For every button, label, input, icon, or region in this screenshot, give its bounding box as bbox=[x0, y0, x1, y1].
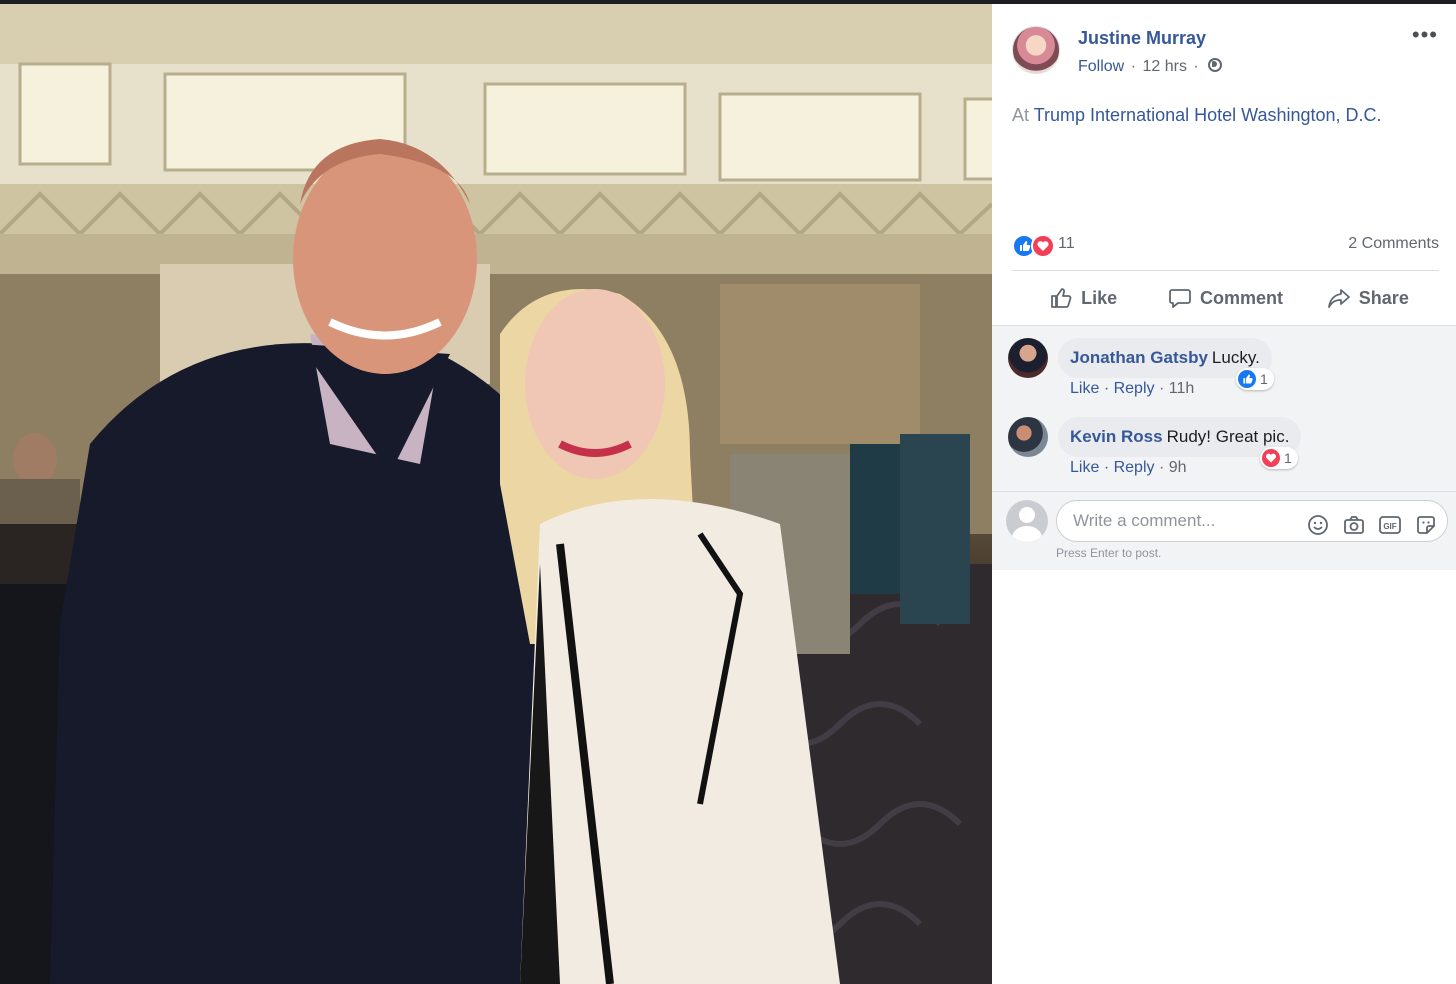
reactions-count[interactable]: 11 bbox=[1058, 235, 1075, 253]
comments-count[interactable]: 2 Comments bbox=[1348, 235, 1439, 253]
composer-icons: GIF bbox=[1307, 511, 1437, 535]
love-icon bbox=[1262, 449, 1280, 467]
like-button[interactable]: Like bbox=[1012, 276, 1154, 320]
comment-reply-link[interactable]: Reply bbox=[1114, 459, 1155, 476]
comment-time[interactable]: 11h bbox=[1169, 380, 1195, 397]
thumbs-up-icon bbox=[1051, 288, 1072, 308]
post-panel: Justine Murray Follow · 12 hrs · ••• At … bbox=[992, 4, 1456, 984]
current-user-avatar bbox=[1006, 500, 1048, 542]
gif-icon[interactable]: GIF bbox=[1379, 511, 1401, 534]
comment-actions: Like · Reply · 11h bbox=[1070, 380, 1195, 397]
comment-like-link[interactable]: Like bbox=[1070, 459, 1099, 476]
comment-text: Rudy! Great pic. bbox=[1166, 427, 1290, 446]
comment-like-link[interactable]: Like bbox=[1070, 380, 1099, 397]
post-actions: Like Comment Share bbox=[1012, 276, 1439, 320]
sticker-icon[interactable] bbox=[1415, 511, 1437, 534]
commenter-avatar[interactable] bbox=[1008, 338, 1048, 378]
svg-text:GIF: GIF bbox=[1383, 522, 1396, 531]
comment-reply-link[interactable]: Reply bbox=[1114, 380, 1155, 397]
post-meta: Follow · 12 hrs · bbox=[1078, 58, 1223, 76]
post-photo[interactable] bbox=[0, 4, 992, 984]
photo-illustration bbox=[0, 4, 992, 984]
comment-reaction-badge[interactable]: 1 bbox=[1236, 368, 1274, 390]
commenter-avatar[interactable] bbox=[1008, 417, 1048, 457]
divider bbox=[1012, 270, 1439, 271]
commenter-name[interactable]: Kevin Ross bbox=[1070, 427, 1163, 446]
comment-bubble-icon bbox=[1169, 289, 1191, 308]
share-arrow-icon bbox=[1327, 289, 1350, 308]
more-options-icon[interactable]: ••• bbox=[1412, 24, 1438, 46]
follow-link[interactable]: Follow bbox=[1078, 58, 1124, 75]
comment-actions: Like · Reply · 9h bbox=[1070, 459, 1187, 476]
like-icon bbox=[1238, 370, 1256, 388]
comment-placeholder: Write a comment... bbox=[1073, 511, 1216, 530]
love-reaction-icon[interactable] bbox=[1031, 234, 1055, 258]
divider bbox=[992, 491, 1456, 492]
comment-button[interactable]: Comment bbox=[1154, 276, 1296, 320]
emoji-icon[interactable] bbox=[1307, 511, 1329, 535]
comment-text: Lucky. bbox=[1211, 348, 1260, 367]
press-enter-hint: Press Enter to post. bbox=[1056, 546, 1162, 560]
checkin-prefix: At bbox=[1012, 105, 1030, 125]
comment-time[interactable]: 9h bbox=[1169, 459, 1187, 476]
reaction-stats: 11 2 Comments bbox=[1012, 230, 1439, 260]
comment-input[interactable]: Write a comment... GIF bbox=[1056, 500, 1448, 542]
author-avatar[interactable] bbox=[1012, 26, 1060, 74]
globe-icon bbox=[1208, 58, 1223, 72]
share-button[interactable]: Share bbox=[1297, 276, 1439, 320]
checkin-line: At Trump International Hotel Washington,… bbox=[1012, 105, 1382, 126]
author-name[interactable]: Justine Murray bbox=[1078, 28, 1206, 49]
comment-reaction-badge[interactable]: 1 bbox=[1260, 447, 1298, 469]
post-header: Justine Murray Follow · 12 hrs · ••• bbox=[992, 4, 1456, 84]
post-time[interactable]: 12 hrs bbox=[1142, 58, 1186, 75]
checkin-place-link[interactable]: Trump International Hotel Washington, D.… bbox=[1034, 105, 1382, 125]
commenter-name[interactable]: Jonathan Gatsby bbox=[1070, 348, 1208, 367]
camera-icon[interactable] bbox=[1343, 511, 1365, 534]
